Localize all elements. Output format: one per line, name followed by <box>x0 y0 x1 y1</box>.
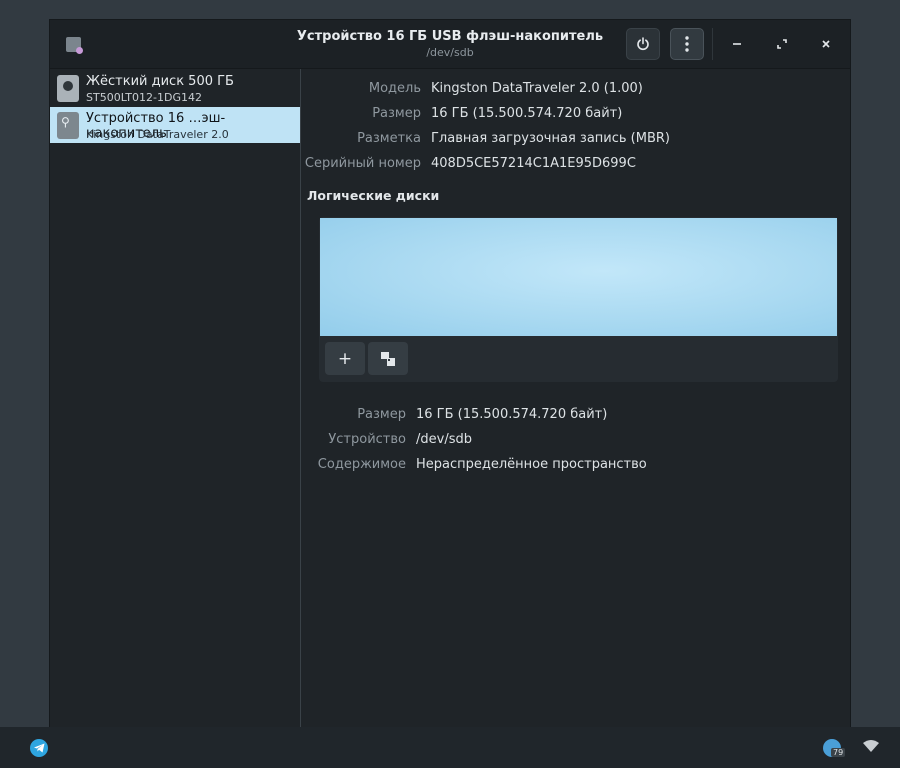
free-space-segment[interactable] <box>320 218 837 336</box>
gears-icon <box>381 351 395 366</box>
drive-model: Kingston DataTraveler 2.0 <box>86 128 229 141</box>
volume-size-label: Размер <box>357 407 406 422</box>
disks-app-icon <box>66 37 83 54</box>
plus-icon: + <box>337 348 353 369</box>
volume-size-value: 16 ГБ (15.500.574.720 байт) <box>416 407 608 422</box>
serial-label: Серийный номер <box>304 156 421 171</box>
vertical-dots-icon <box>685 36 689 52</box>
volume-contents-value: Нераспределённое пространство <box>416 457 647 472</box>
header-bar: Устройство 16 ГБ USB флэш-накопитель /de… <box>50 20 850 69</box>
partitioning-label: Разметка <box>357 131 421 146</box>
drive-list: Жёсткий диск 500 ГБ ST500LT012-1DG142 ⚲ … <box>50 69 301 727</box>
maximize-icon <box>777 39 787 49</box>
drive-menu-button[interactable] <box>670 28 704 60</box>
volume-device-value: /dev/sdb <box>416 432 472 447</box>
size-value: 16 ГБ (15.500.574.720 байт) <box>431 106 623 121</box>
serial-value: 408D5CE57214C1A1E95D699C <box>431 156 636 171</box>
window-subtitle: /dev/sdb <box>426 46 474 59</box>
volume-contents-label: Содержимое <box>317 457 406 472</box>
window-title: Устройство 16 ГБ USB флэш-накопитель <box>296 29 604 44</box>
drive-list-item-hdd[interactable]: Жёсткий диск 500 ГБ ST500LT012-1DG142 <box>50 70 300 106</box>
power-off-button[interactable] <box>626 28 660 60</box>
taskbar: 79 <box>0 727 900 768</box>
size-label: Размер <box>372 106 421 121</box>
telegram-icon[interactable] <box>30 739 48 757</box>
partition-options-button[interactable] <box>368 342 408 375</box>
power-icon <box>637 37 649 51</box>
drive-model: ST500LT012-1DG142 <box>86 91 202 104</box>
model-label: Модель <box>368 81 421 96</box>
disks-window: Устройство 16 ГБ USB флэш-накопитель /de… <box>50 20 850 727</box>
title-block: Устройство 16 ГБ USB флэш-накопитель /de… <box>270 29 630 59</box>
drive-list-item-usb[interactable]: ⚲ Устройство 16 …эш-накопитель Kingston … <box>50 107 300 143</box>
close-button[interactable] <box>814 32 838 56</box>
volumes-graphic: + <box>319 217 838 382</box>
partitioning-value: Главная загрузочная запись (MBR) <box>431 131 670 146</box>
updates-count-badge: 79 <box>831 748 846 757</box>
maximize-button[interactable] <box>770 32 794 56</box>
header-separator <box>712 28 713 60</box>
volumes-heading: Логические диски <box>307 188 440 203</box>
create-partition-button[interactable]: + <box>325 342 365 375</box>
minimize-icon <box>733 43 741 45</box>
drive-name: Жёсткий диск 500 ГБ <box>86 74 234 89</box>
volume-device-label: Устройство <box>328 432 406 447</box>
usb-drive-icon: ⚲ <box>57 112 79 139</box>
close-icon <box>822 40 830 48</box>
drive-details: Модель Kingston DataTraveler 2.0 (1.00) … <box>301 69 850 727</box>
wifi-icon[interactable] <box>863 740 879 752</box>
model-value: Kingston DataTraveler 2.0 (1.00) <box>431 81 643 96</box>
minimize-button[interactable] <box>725 32 749 56</box>
hard-disk-icon <box>57 75 79 102</box>
